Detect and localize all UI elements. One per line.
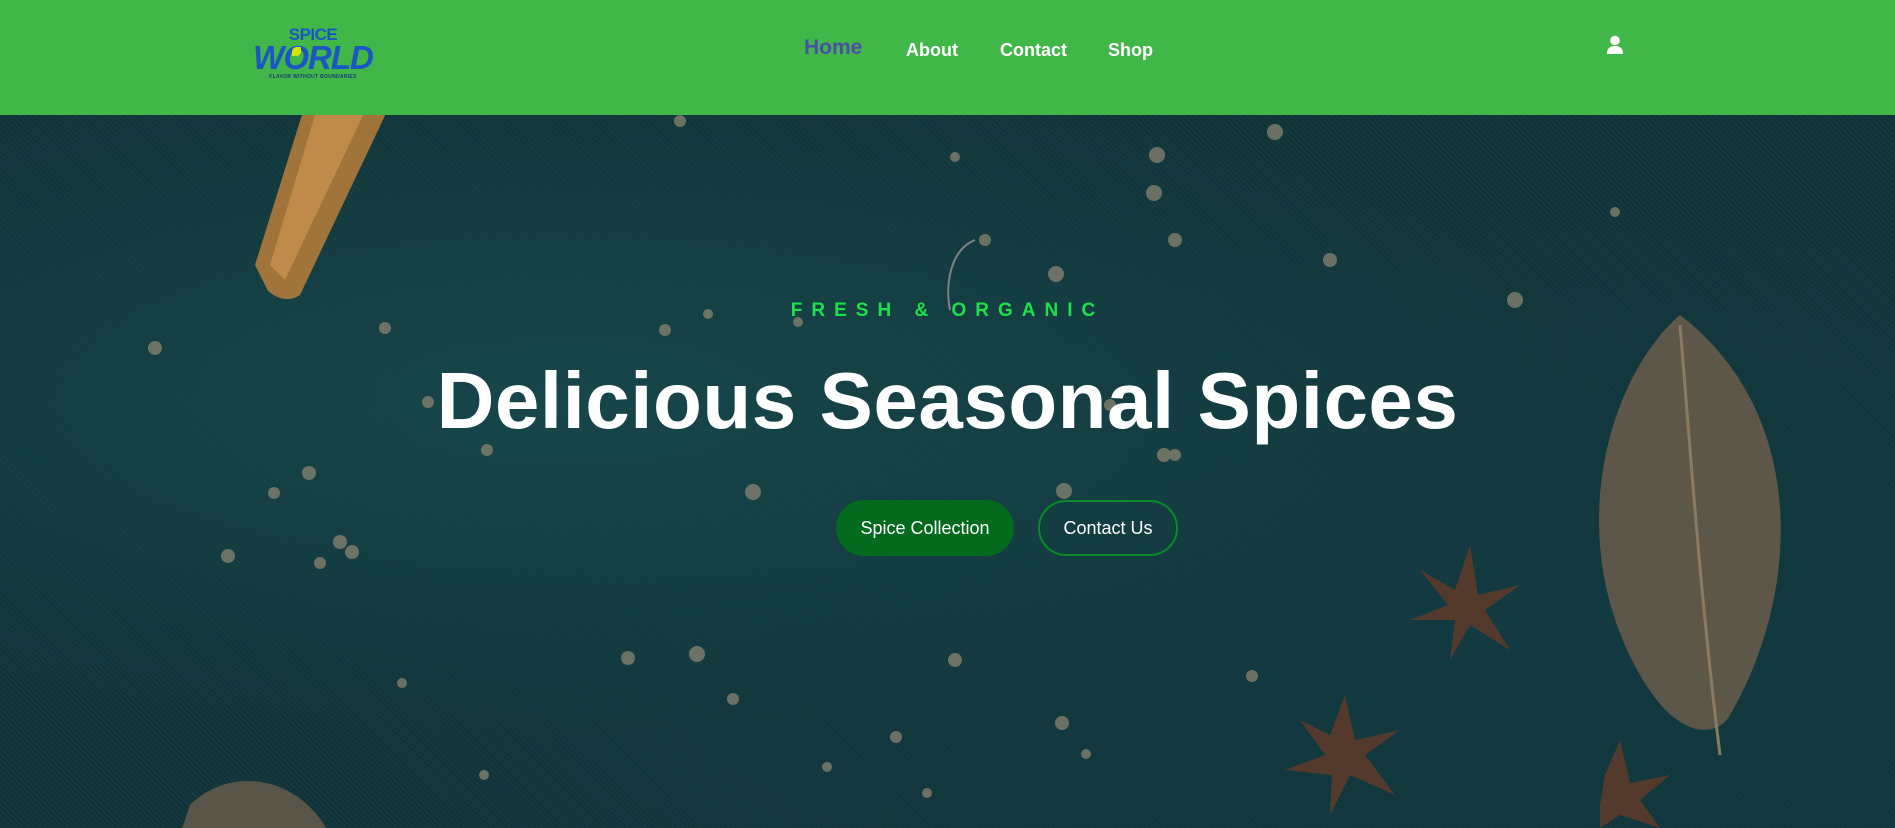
- nav-home[interactable]: Home: [804, 36, 862, 60]
- nav-contact[interactable]: Contact: [1000, 38, 1067, 62]
- hero-eyebrow: FRESH & ORGANIC: [790, 300, 1105, 321]
- user-icon[interactable]: [1606, 35, 1624, 55]
- logo-tagline: FLAVOR WITHOUT BOUNDARIES: [269, 74, 357, 80]
- nav-shop[interactable]: Shop: [1108, 38, 1153, 62]
- nav-about[interactable]: About: [906, 38, 958, 62]
- logo-main-text: WORLD: [253, 39, 374, 76]
- cinnamon-stick-icon: [255, 115, 386, 300]
- logo[interactable]: SPICE WORLD FLAVOR WITHOUT BOUNDARIES: [252, 26, 374, 82]
- hero-background-image: [148, 115, 1781, 828]
- hero-section: FRESH & ORGANIC Delicious Seasonal Spice…: [0, 115, 1895, 828]
- peppercorn-icon: [148, 115, 1620, 798]
- bay-leaf-icon: [182, 781, 326, 828]
- hero-headline: Delicious Seasonal Spices: [436, 356, 1459, 445]
- logo-globe-icon: O: [283, 39, 309, 76]
- navbar: SPICE WORLD FLAVOR WITHOUT BOUNDARIES Ho…: [0, 0, 1895, 115]
- spice-collection-button[interactable]: Spice Collection: [836, 500, 1014, 556]
- contact-us-button[interactable]: Contact Us: [1038, 500, 1178, 556]
